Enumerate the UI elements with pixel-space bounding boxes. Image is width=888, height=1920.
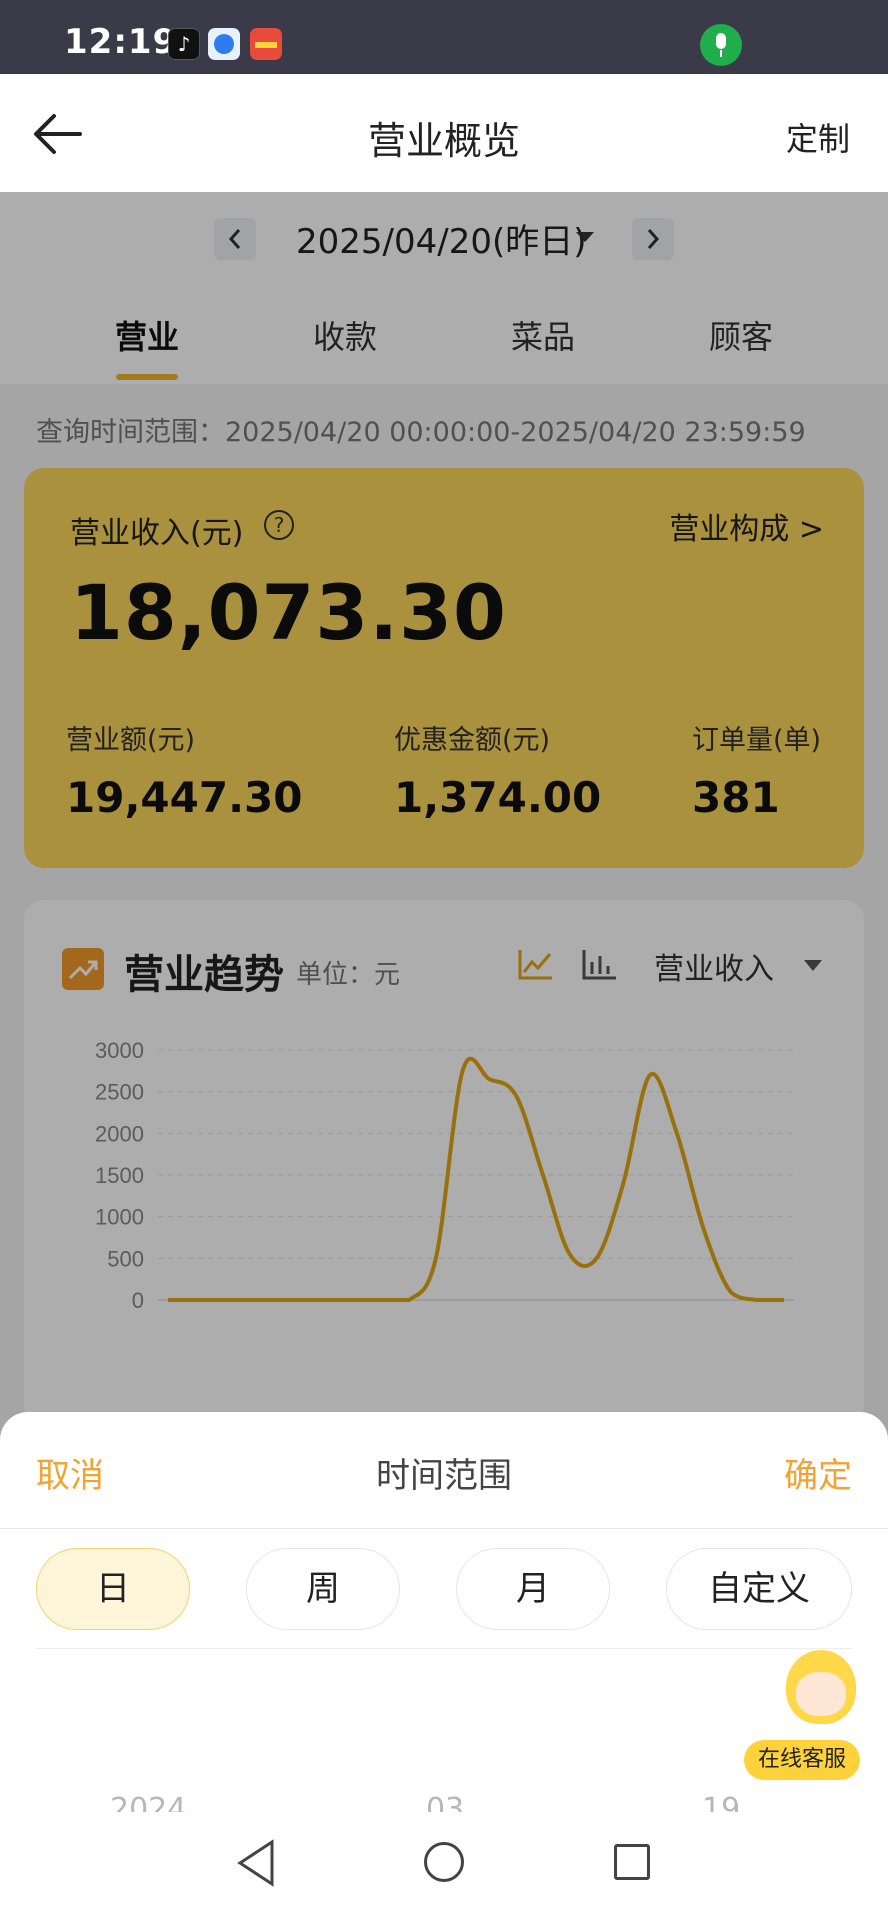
customize-button[interactable]: 定制 bbox=[786, 114, 850, 160]
series-line bbox=[168, 1056, 784, 1302]
line-chart-icon[interactable] bbox=[516, 946, 556, 982]
revenue-breakdown-link[interactable]: 营业构成 > bbox=[669, 504, 824, 548]
divider bbox=[36, 1648, 852, 1649]
status-bar: 12:19 ♪ bbox=[0, 0, 888, 74]
range-chip-day[interactable]: 日 bbox=[36, 1548, 190, 1630]
revenue-amount: 18,073.30 bbox=[70, 568, 507, 657]
status-time: 12:19 bbox=[64, 22, 178, 62]
system-nav-bar bbox=[0, 1812, 888, 1920]
metric-discount-label: 优惠金额(元) bbox=[394, 725, 551, 756]
y-tick-label: 3000 bbox=[95, 1038, 144, 1063]
tab-business[interactable]: 营业 bbox=[77, 312, 217, 358]
metric-orders: 订单量(单) 381 bbox=[692, 718, 821, 822]
customer-service-button[interactable]: 在线客服 bbox=[744, 1650, 864, 1780]
help-icon[interactable]: ? bbox=[264, 510, 294, 540]
range-chip-month[interactable]: 月 bbox=[456, 1548, 610, 1630]
chevron-down-icon[interactable] bbox=[804, 960, 822, 971]
sheet-title: 时间范围 bbox=[376, 1456, 512, 1496]
system-home-icon[interactable] bbox=[424, 1842, 464, 1882]
cancel-button[interactable]: 取消 bbox=[36, 1448, 104, 1497]
range-chip-custom[interactable]: 自定义 bbox=[666, 1548, 852, 1630]
date-dropdown-icon[interactable] bbox=[576, 232, 594, 242]
customer-service-label: 在线客服 bbox=[744, 1740, 860, 1780]
metric-sales-label: 营业额(元) bbox=[66, 725, 196, 756]
date-label[interactable]: 2025/04/20(昨日) bbox=[296, 214, 587, 263]
browser-app-icon bbox=[208, 28, 240, 60]
page-title: 营业概览 bbox=[367, 119, 520, 163]
tiktok-app-icon: ♪ bbox=[168, 28, 200, 60]
bar-chart-icon[interactable] bbox=[580, 946, 620, 982]
confirm-button[interactable]: 确定 bbox=[784, 1448, 852, 1497]
metric-orders-label: 订单量(单) bbox=[692, 725, 822, 756]
revenue-label: 营业收入(元) bbox=[70, 516, 244, 551]
card-app-icon bbox=[250, 28, 282, 60]
mascot-face bbox=[796, 1672, 846, 1716]
y-tick-label: 2000 bbox=[95, 1121, 144, 1146]
y-tick-label: 0 bbox=[132, 1288, 144, 1310]
next-date-button[interactable] bbox=[632, 218, 674, 260]
y-tick-label: 500 bbox=[107, 1246, 144, 1271]
metric-select[interactable]: 营业收入 bbox=[654, 944, 774, 988]
y-tick-label: 2500 bbox=[95, 1080, 144, 1105]
tab-dishes[interactable]: 菜品 bbox=[473, 312, 613, 358]
metric-orders-value: 381 bbox=[692, 773, 780, 822]
metric-sales: 营业额(元) 19,447.30 bbox=[66, 718, 302, 822]
tab-payment[interactable]: 收款 bbox=[275, 312, 415, 358]
tab-bar: 营业 收款 菜品 顾客 bbox=[0, 292, 888, 384]
y-tick-label: 1000 bbox=[95, 1205, 144, 1230]
prev-date-button[interactable] bbox=[214, 218, 256, 260]
metric-discount-value: 1,374.00 bbox=[394, 773, 602, 822]
trend-icon bbox=[62, 948, 104, 990]
system-back-icon[interactable] bbox=[234, 1838, 278, 1888]
microphone-icon bbox=[700, 24, 742, 66]
revenue-card: 营业收入(元) ? 营业构成 > 18,073.30 营业额(元) 19,447… bbox=[24, 468, 864, 868]
range-chip-week[interactable]: 周 bbox=[246, 1548, 400, 1630]
metric-sales-value: 19,447.30 bbox=[66, 773, 303, 822]
trend-chart: 0 500 1000 1500 2000 2500 3000 bbox=[95, 1038, 794, 1310]
tab-customers[interactable]: 顾客 bbox=[671, 312, 811, 358]
divider bbox=[0, 1528, 888, 1529]
back-arrow-icon[interactable] bbox=[30, 110, 86, 158]
trend-title: 营业趋势 bbox=[124, 952, 284, 998]
metric-discount: 优惠金额(元) 1,374.00 bbox=[394, 718, 601, 822]
system-recents-icon[interactable] bbox=[614, 1844, 650, 1880]
y-tick-label: 1500 bbox=[95, 1163, 144, 1188]
tab-active-indicator bbox=[116, 374, 178, 380]
date-selector: 2025/04/20(昨日) bbox=[0, 192, 888, 292]
query-range: 查询时间范围：2025/04/20 00:00:00-2025/04/20 23… bbox=[36, 417, 806, 448]
trend-unit: 单位：元 bbox=[296, 960, 401, 990]
nav-bar: 营业概览 定制 bbox=[0, 74, 888, 192]
